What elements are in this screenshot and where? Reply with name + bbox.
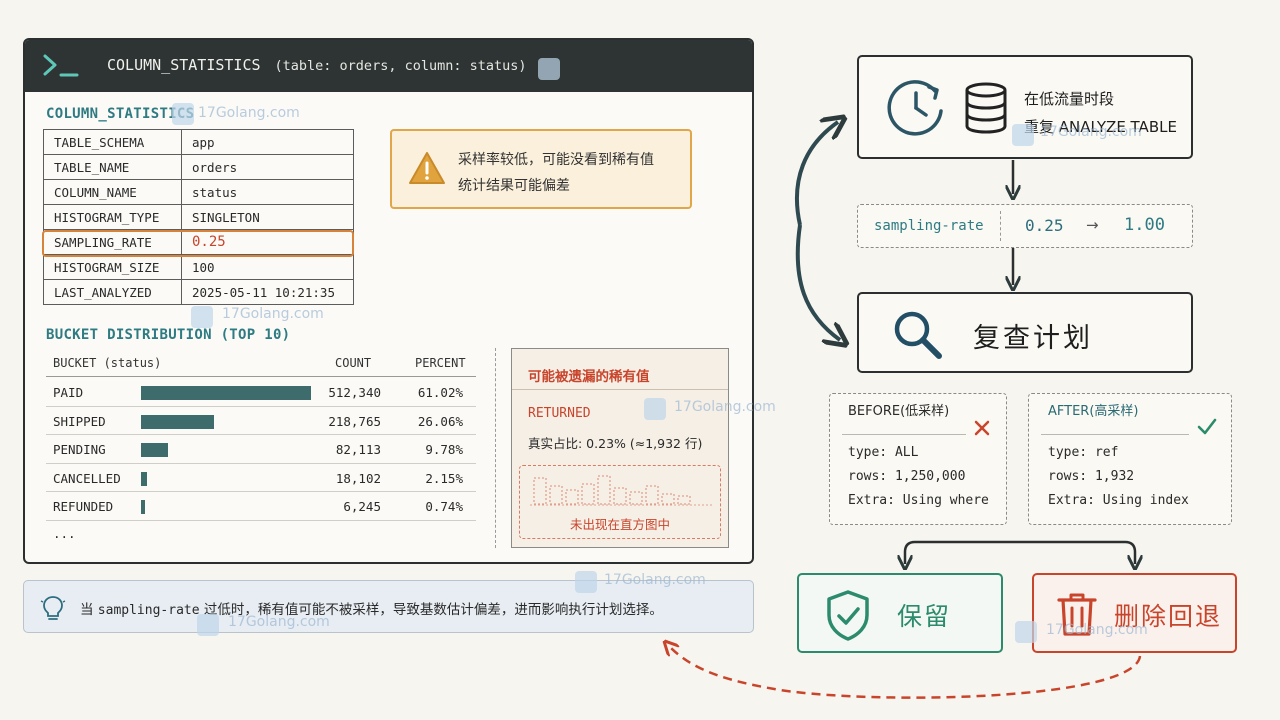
watermark-text: 17Golang.com: [604, 572, 706, 588]
check-icon: [1197, 418, 1217, 435]
watermark-text: 17Golang.com: [198, 105, 300, 121]
watermark-logo-icon: [191, 306, 213, 328]
watermark-logo-icon: [1012, 124, 1034, 146]
cross-icon: [974, 420, 990, 436]
keep-label: 保留: [897, 602, 952, 631]
watermark-logo-icon: [1015, 621, 1037, 643]
sampling-rate-change-box: sampling-rate 0.25 → 1.00: [857, 204, 1193, 248]
rate-arrow: →: [1086, 216, 1099, 234]
after-plan-box: AFTER(高采样) type: ref rows: 1,932 Extra: …: [1028, 393, 1232, 525]
shield-check-icon: [827, 590, 869, 641]
delete-rollback-option[interactable]: 删除回退: [1032, 573, 1237, 653]
rate-from: 0.25: [1025, 216, 1064, 235]
fork-arrow-right: [1020, 540, 1135, 564]
watermark-logo-icon: [197, 614, 219, 636]
watermark-logo-icon: [538, 58, 560, 80]
before-plan-box: BEFORE(低采样) type: ALL rows: 1,250,000 Ex…: [829, 393, 1007, 525]
before-title: BEFORE(低采样): [848, 404, 950, 419]
before-rows: rows: 1,250,000: [848, 469, 966, 484]
recheck-label: 复查计划: [973, 323, 1093, 354]
after-extra: Extra: Using index: [1048, 493, 1189, 508]
before-type: type: ALL: [848, 445, 919, 460]
watermark-text: 17Golang.com: [228, 614, 330, 630]
keep-option[interactable]: 保留: [797, 573, 1003, 653]
curved-arrow-down: [795, 224, 840, 340]
before-divider: [842, 434, 966, 435]
recheck-plan-box: 复查计划: [857, 292, 1193, 373]
watermark-text: 17Golang.com: [674, 399, 776, 415]
watermark-logo-icon: [575, 571, 597, 593]
clock-icon: [887, 80, 943, 136]
rate-label: sampling-rate: [874, 218, 984, 234]
watermark-logo-icon: [644, 398, 666, 420]
after-divider: [1041, 434, 1189, 435]
watermark-text: 17Golang.com: [222, 306, 324, 322]
rate-divider: [1000, 211, 1001, 241]
curved-arrow-up: [795, 122, 838, 226]
watermark-logo-icon: [172, 103, 194, 125]
after-rows: rows: 1,932: [1048, 469, 1135, 484]
step1-line-1: 在低流量时段: [1024, 90, 1115, 108]
watermark-text: 17Golang.com: [1040, 124, 1142, 140]
before-extra: Extra: Using where: [848, 493, 989, 508]
rate-to: 1.00: [1124, 215, 1165, 235]
database-icon: [965, 82, 1007, 134]
watermark-text: 17Golang.com: [1046, 622, 1148, 638]
fork-arrow-left: [905, 540, 1020, 564]
after-type: type: ref: [1048, 445, 1119, 460]
magnifier-icon: [894, 311, 942, 359]
after-title: AFTER(高采样): [1048, 404, 1139, 419]
